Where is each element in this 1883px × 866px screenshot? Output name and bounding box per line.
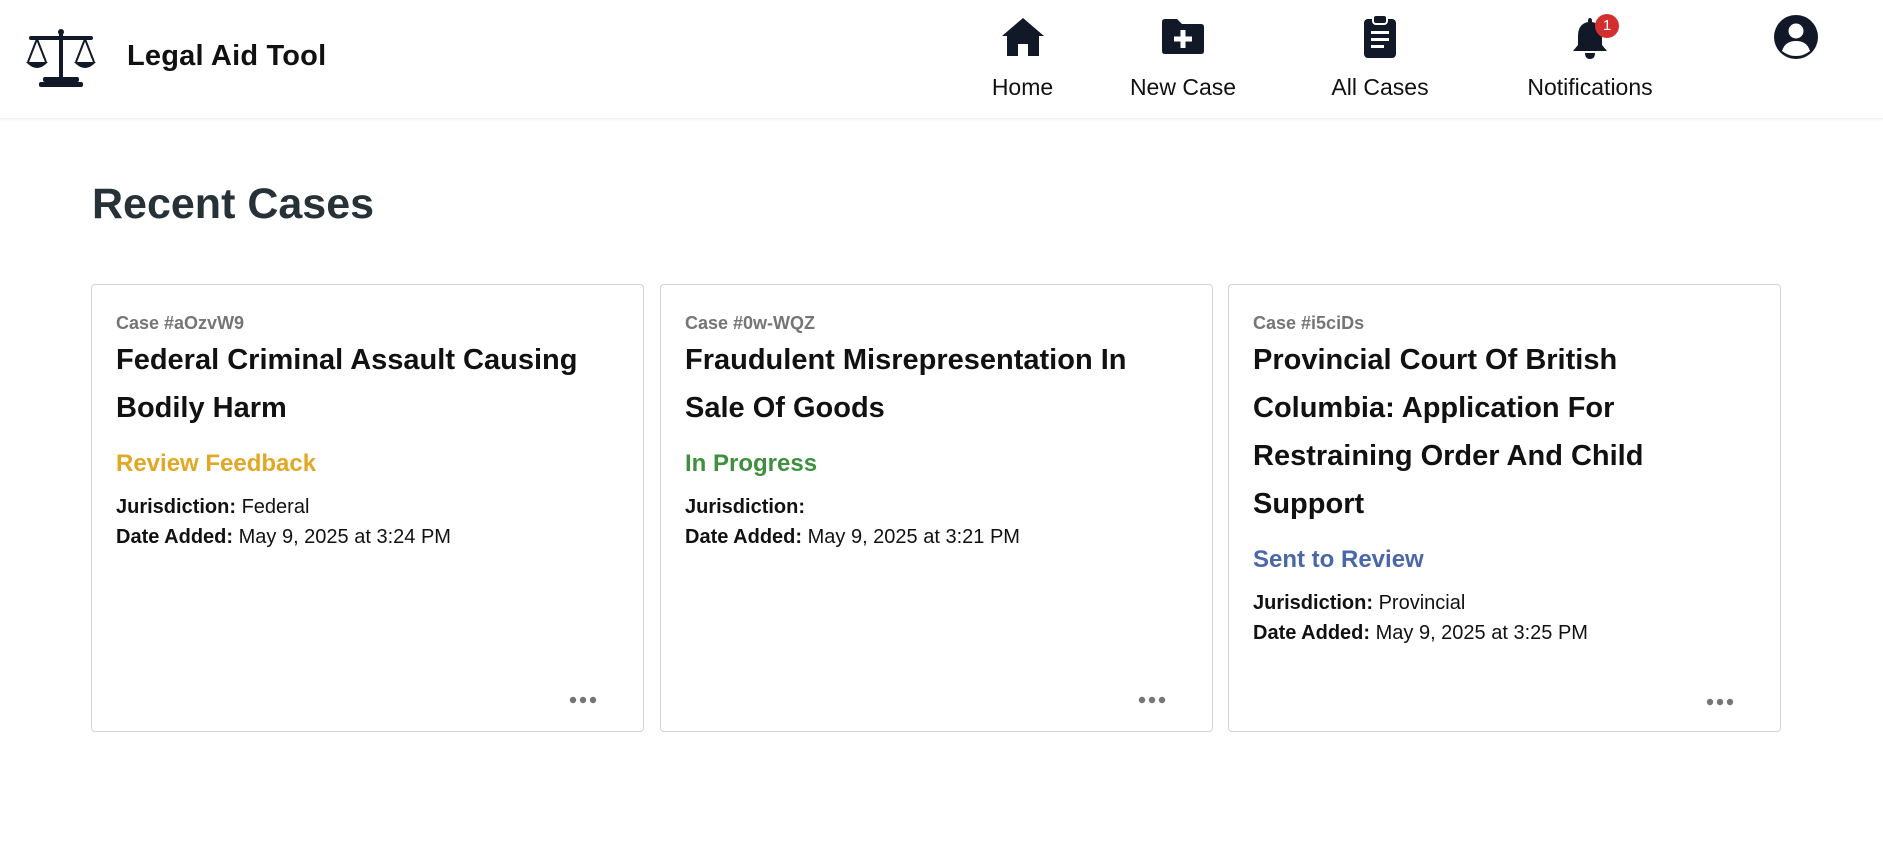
jurisdiction-row: Jurisdiction: (685, 492, 1192, 522)
date-added-value: May 9, 2025 at 3:25 PM (1375, 622, 1588, 644)
jurisdiction-value: Provincial (1378, 592, 1466, 614)
case-status: Review Feedback (116, 450, 317, 477)
jurisdiction-row: Jurisdiction: Federal (116, 492, 623, 522)
jurisdiction-label: Jurisdiction: (1253, 592, 1374, 614)
jurisdiction-value: Federal (241, 496, 310, 518)
notification-badge: 1 (1595, 14, 1619, 38)
nav-all-cases[interactable]: All Cases (1320, 14, 1440, 104)
clipboard-list-icon (1364, 14, 1396, 58)
nav-new-case[interactable]: New Case (1122, 14, 1244, 104)
jurisdiction-row: Jurisdiction: Provincial (1253, 588, 1760, 618)
case-id: Case #i5ciDs (1253, 313, 1365, 333)
folder-plus-icon (1162, 19, 1204, 54)
date-added-value: May 9, 2025 at 3:21 PM (807, 526, 1020, 548)
more-options-icon[interactable] (569, 695, 597, 705)
more-options-icon[interactable] (1138, 695, 1166, 705)
jurisdiction-label: Jurisdiction: (685, 496, 806, 518)
case-card[interactable]: Case #0w-WQZ Fraudulent Misrepresentatio… (660, 284, 1213, 732)
date-added-label: Date Added: (685, 526, 803, 548)
case-status: In Progress (685, 450, 818, 477)
date-added-label: Date Added: (116, 526, 234, 548)
scales-of-justice-icon[interactable] (25, 28, 97, 88)
nav-home[interactable]: Home (960, 14, 1085, 104)
case-card[interactable]: Case #aOzvW9 Federal Criminal Assault Ca… (91, 284, 644, 732)
page-title: Recent Cases (92, 180, 375, 228)
nav-notifications[interactable]: 1 Notifications (1515, 14, 1665, 104)
case-title: Provincial Court Of British Columbia: Ap… (1253, 344, 1644, 520)
nav-all-cases-label: All Cases (1331, 74, 1429, 100)
nav-home-label: Home (991, 74, 1054, 100)
date-added-value: May 9, 2025 at 3:24 PM (238, 526, 451, 548)
nav-new-case-label: New Case (1129, 74, 1237, 100)
date-added-row: Date Added: May 9, 2025 at 3:25 PM (1253, 618, 1760, 648)
case-card[interactable]: Case #i5ciDs Provincial Court Of British… (1228, 284, 1781, 732)
date-added-row: Date Added: May 9, 2025 at 3:21 PM (685, 522, 1192, 552)
jurisdiction-label: Jurisdiction: (116, 496, 237, 518)
case-title: Fraudulent Misrepresentation In Sale Of … (685, 344, 1127, 424)
nav-notifications-label: Notifications (1527, 74, 1653, 100)
app-title[interactable]: Legal Aid Tool (127, 40, 326, 73)
case-id: Case #aOzvW9 (116, 313, 245, 333)
top-navbar: Legal Aid Tool Home New Case All Cases 1 (0, 0, 1883, 119)
more-options-icon[interactable] (1706, 697, 1734, 707)
date-added-label: Date Added: (1253, 622, 1371, 644)
case-status: Sent to Review (1253, 546, 1424, 573)
date-added-row: Date Added: May 9, 2025 at 3:24 PM (116, 522, 623, 552)
home-icon (1001, 18, 1044, 56)
user-circle-icon[interactable] (1773, 14, 1819, 60)
case-title: Federal Criminal Assault Causing Bodily … (116, 344, 578, 424)
case-id: Case #0w-WQZ (685, 313, 816, 333)
